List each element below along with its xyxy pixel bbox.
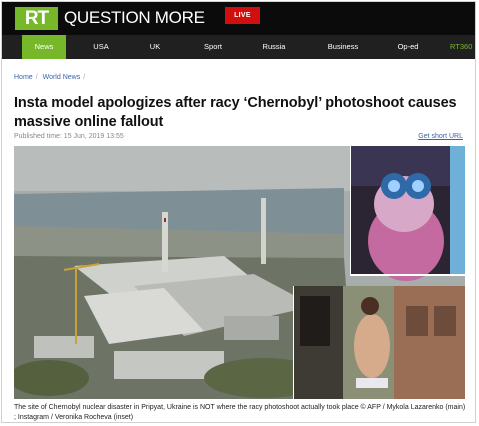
nav-item-usa[interactable]: USA [84, 35, 118, 59]
article-main-image [14, 146, 465, 399]
published-time: Published time: 15 Jun, 2019 13:55 [14, 133, 124, 140]
rt-logo[interactable]: RT [15, 7, 58, 30]
main-nav: News USA UK Sport Russia Business Op-ed … [2, 35, 475, 59]
nav-item-business[interactable]: Business [320, 35, 366, 59]
nav-item-news[interactable]: News [22, 35, 66, 59]
page-frame: RT QUESTION MORE LIVE News USA UK Sport … [1, 1, 476, 423]
get-short-url-link[interactable]: Get short URL [418, 133, 463, 140]
nav-item-sport[interactable]: Sport [195, 35, 231, 59]
nav-item-oped[interactable]: Op-ed [390, 35, 426, 59]
tagline: QUESTION MORE [64, 8, 205, 27]
live-button[interactable]: LIVE [225, 7, 260, 24]
top-bar: RT QUESTION MORE LIVE [2, 2, 475, 35]
breadcrumb-world-news[interactable]: World News [43, 74, 81, 81]
image-caption: The site of Chernobyl nuclear disaster i… [14, 404, 466, 421]
breadcrumb: Home / World News / [14, 74, 88, 81]
breadcrumb-home[interactable]: Home [14, 74, 33, 81]
article-title: Insta model apologizes after racy ‘Chern… [14, 95, 457, 130]
breadcrumb-separator: / [83, 74, 86, 81]
nav-item-rt360[interactable]: RT360 [450, 35, 475, 59]
nav-item-russia[interactable]: Russia [254, 35, 294, 59]
nav-item-uk[interactable]: UK [140, 35, 170, 59]
breadcrumb-separator: / [35, 74, 38, 81]
